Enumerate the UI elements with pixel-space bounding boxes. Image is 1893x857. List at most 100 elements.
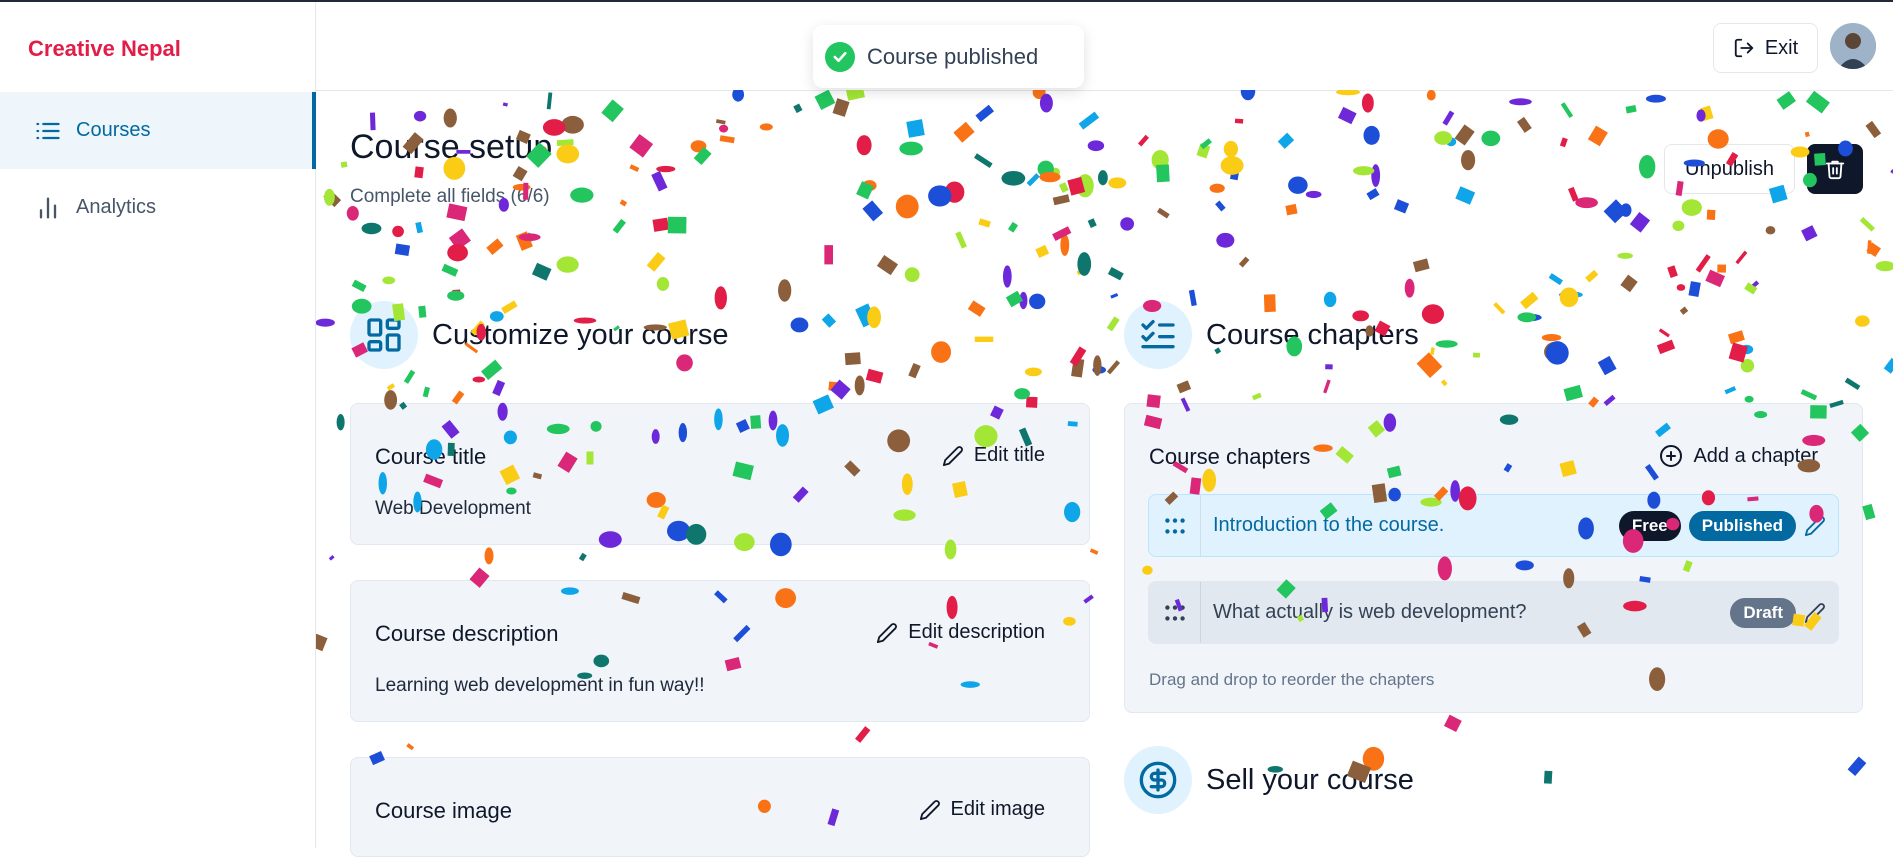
confetti-piece: [855, 726, 871, 743]
confetti-piece: [328, 555, 335, 561]
list-checks-icon: [1124, 301, 1192, 369]
confetti-piece: [392, 225, 404, 238]
confetti-piece: [854, 375, 865, 396]
confetti-piece: [1740, 358, 1755, 373]
confetti-piece: [862, 200, 884, 222]
confetti-piece: [1847, 756, 1867, 776]
confetti-piece: [906, 119, 925, 138]
confetti-piece: [1545, 341, 1569, 365]
sidebar-item-courses[interactable]: Courses: [0, 92, 316, 169]
sidebar-item-analytics[interactable]: Analytics: [0, 169, 316, 246]
chapter-item[interactable]: Introduction to the course. Free Publish…: [1148, 494, 1839, 557]
confetti-piece: [1285, 203, 1298, 216]
confetti-piece: [955, 231, 967, 249]
card-label: Course description: [375, 621, 559, 646]
confetti-piece: [718, 124, 729, 133]
avatar[interactable]: [1830, 23, 1876, 69]
confetti-piece: [518, 233, 541, 241]
confetti-piece: [1645, 94, 1666, 103]
confetti-piece: [546, 92, 553, 110]
unpublish-button[interactable]: Unpublish: [1664, 144, 1795, 194]
reorder-hint: Drag and drop to reorder the chapters: [1149, 670, 1435, 689]
confetti-piece: [876, 255, 899, 276]
confetti-piece: [1442, 110, 1455, 126]
confetti-piece: [1805, 90, 1830, 114]
confetti-piece: [931, 341, 952, 363]
edit-image-button[interactable]: Edit image: [919, 798, 1045, 821]
confetti-piece: [1089, 548, 1099, 555]
pencil-icon[interactable]: [1804, 602, 1826, 624]
grip-icon[interactable]: [1149, 495, 1201, 556]
confetti-piece: [578, 552, 587, 562]
grip-icon[interactable]: [1149, 582, 1201, 643]
delete-button[interactable]: [1807, 144, 1863, 194]
confetti-piece: [1277, 132, 1295, 149]
confetti-piece: [1337, 106, 1357, 125]
confetti-piece: [556, 256, 579, 273]
confetti-piece: [1676, 284, 1686, 291]
confetti-piece: [953, 121, 975, 143]
confetti-piece: [1361, 93, 1374, 113]
chapters-card: Course chapters Add a chapter Introducti…: [1124, 403, 1863, 713]
pencil-icon[interactable]: [1804, 515, 1826, 537]
confetti-piece: [1052, 194, 1070, 206]
confetti-piece: [1002, 265, 1012, 288]
confetti-piece: [1110, 292, 1119, 299]
confetti-piece: [1585, 269, 1599, 283]
confetti-piece: [656, 276, 670, 291]
confetti-piece: [346, 206, 359, 221]
confetti-piece: [1069, 346, 1087, 367]
confetti-piece: [1039, 93, 1053, 113]
edit-title-button[interactable]: Edit title: [942, 444, 1045, 467]
confetti-piece: [323, 188, 335, 206]
confetti-piece: [1014, 388, 1031, 400]
confetti-piece: [629, 133, 654, 158]
confetti-piece: [1071, 358, 1085, 378]
confetti-piece: [1575, 197, 1598, 209]
confetti-piece: [1176, 380, 1192, 394]
confetti-piece: [1078, 111, 1100, 130]
confetti-piece: [629, 164, 640, 172]
confetti-piece: [975, 104, 995, 123]
confetti-piece: [1744, 282, 1758, 295]
confetti-piece: [1727, 330, 1745, 345]
confetti-piece: [515, 231, 533, 251]
confetti-piece: [1120, 217, 1135, 231]
confetti-piece: [1509, 98, 1532, 106]
confetti-piece: [1077, 252, 1092, 276]
confetti-piece: [844, 352, 861, 366]
confetti-piece: [1520, 291, 1539, 310]
confetti-piece: [1688, 281, 1701, 297]
chapter-item[interactable]: What actually is web development? Draft: [1148, 581, 1839, 644]
logout-icon: [1734, 38, 1753, 58]
confetti-piece: [1667, 265, 1678, 279]
confetti-piece: [414, 166, 424, 179]
confetti-piece: [1517, 312, 1537, 323]
confetti-piece: [1363, 125, 1380, 145]
confetti-piece: [525, 232, 535, 242]
confetti-piece: [406, 743, 415, 751]
confetti-piece: [778, 279, 792, 302]
edit-description-button[interactable]: Edit description: [876, 621, 1045, 644]
exit-button[interactable]: Exit: [1713, 23, 1818, 73]
confetti-piece: [974, 336, 994, 343]
check-circle-icon: [825, 41, 855, 72]
confetti-piece: [1658, 328, 1670, 338]
confetti-piece: [1323, 379, 1331, 394]
confetti-piece: [1024, 367, 1042, 377]
confetti-piece: [865, 368, 884, 384]
confetti-piece: [719, 135, 735, 144]
confetti-piece: [1412, 258, 1430, 273]
confetti-piece: [1426, 90, 1436, 101]
confetti-piece: [814, 90, 836, 111]
confetti-piece: [855, 303, 877, 328]
confetti-piece: [1801, 225, 1818, 242]
confetti-piece: [1288, 176, 1308, 194]
confetti-piece: [472, 376, 486, 383]
add-chapter-button[interactable]: Add a chapter: [1659, 444, 1818, 468]
confetti-piece: [732, 90, 745, 102]
confetti-piece: [619, 199, 628, 207]
course-description-card: Course description Edit description Lear…: [350, 580, 1090, 722]
brand-logo[interactable]: Creative Nepal: [28, 36, 181, 62]
confetti-piece: [1875, 261, 1893, 272]
